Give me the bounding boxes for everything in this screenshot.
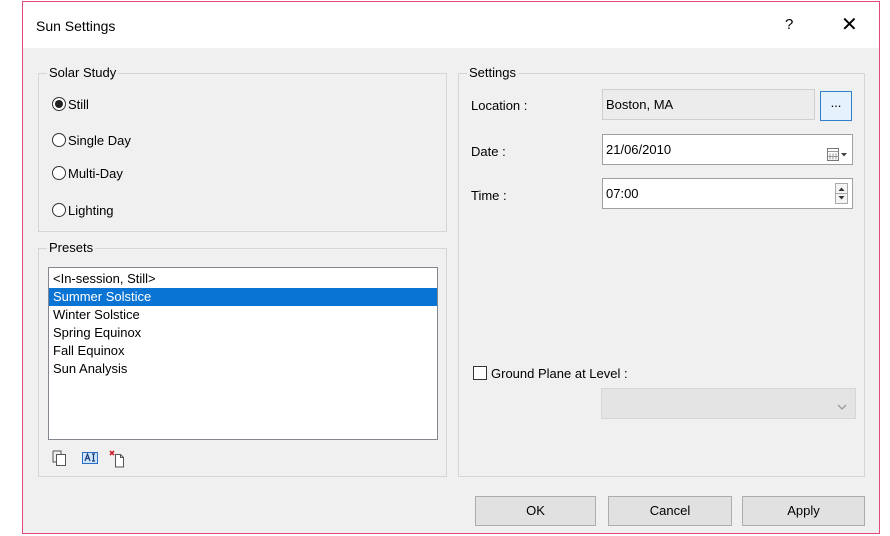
close-icon[interactable]: ✕ [841, 12, 858, 37]
radio-icon [52, 133, 66, 147]
radio-icon [52, 166, 66, 180]
dialog-title: Sun Settings [36, 18, 116, 34]
time-spinner[interactable] [835, 183, 848, 204]
ok-button[interactable]: OK [475, 496, 596, 526]
sun-settings-dialog: Sun Settings ? ✕ Solar Study Still Singl… [22, 1, 880, 534]
delete-icon[interactable] [109, 450, 125, 468]
help-button[interactable]: ? [785, 16, 793, 33]
list-item[interactable]: Sun Analysis [49, 360, 437, 378]
presets-group: Presets <In-session, Still> Summer Solst… [38, 240, 447, 477]
duplicate-icon[interactable] [52, 450, 68, 466]
rename-icon[interactable] [82, 450, 98, 466]
ground-plane-checkbox[interactable]: Ground Plane at Level : [473, 364, 628, 382]
chevron-down-icon [837, 399, 847, 414]
date-picker[interactable]: 21/06/2010 [602, 134, 853, 165]
list-item[interactable]: <In-session, Still> [49, 270, 437, 288]
presets-list[interactable]: <In-session, Still> Summer Solstice Wint… [48, 267, 438, 440]
radio-single-day[interactable]: Single Day [52, 130, 131, 150]
solar-study-group: Solar Study Still Single Day Multi-Day L… [38, 65, 447, 232]
cancel-button[interactable]: Cancel [608, 496, 732, 526]
list-item[interactable]: Spring Equinox [49, 324, 437, 342]
radio-icon [52, 203, 66, 217]
calendar-dropdown-icon[interactable] [827, 143, 847, 161]
location-label: Location : [471, 98, 528, 113]
level-dropdown[interactable] [601, 388, 856, 419]
list-item[interactable]: Fall Equinox [49, 342, 437, 360]
radio-multi-day-label: Multi-Day [68, 165, 123, 181]
time-field[interactable]: 07:00 [602, 178, 853, 209]
time-label: Time : [471, 188, 507, 203]
browse-location-button[interactable]: ... [820, 91, 852, 121]
settings-group: Settings Location : Boston, MA ... Date … [458, 65, 865, 477]
radio-lighting[interactable]: Lighting [52, 200, 114, 220]
date-value: 21/06/2010 [606, 142, 672, 157]
date-label: Date : [471, 144, 506, 159]
presets-legend: Presets [47, 240, 96, 255]
ground-plane-label: Ground Plane at Level : [491, 365, 628, 381]
checkbox-icon [473, 366, 487, 380]
solar-study-legend: Solar Study [47, 65, 119, 80]
list-item-selected[interactable]: Summer Solstice [49, 288, 437, 306]
list-item[interactable]: Winter Solstice [49, 306, 437, 324]
radio-lighting-label: Lighting [68, 202, 114, 218]
title-bar: Sun Settings ? ✕ [23, 2, 879, 48]
time-value: 07:00 [606, 186, 639, 201]
radio-multi-day[interactable]: Multi-Day [52, 163, 123, 183]
radio-still-label: Still [68, 96, 89, 112]
settings-legend: Settings [467, 65, 518, 80]
radio-single-day-label: Single Day [68, 132, 131, 148]
radio-still[interactable]: Still [52, 94, 89, 114]
apply-button[interactable]: Apply [742, 496, 865, 526]
location-field: Boston, MA [602, 89, 815, 120]
radio-selected-icon [52, 97, 66, 111]
